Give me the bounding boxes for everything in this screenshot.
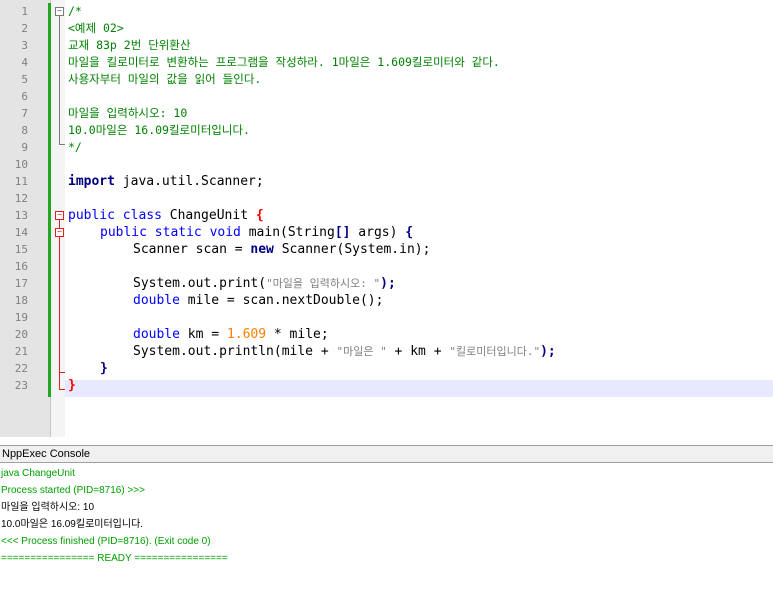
- code-line: 교재 83p 2번 단위환산: [68, 38, 191, 52]
- code-line: }: [68, 378, 76, 393]
- code-line: 마일을 킬로미터로 변환하는 프로그램을 작성하라. 1마일은 1.609킬로미…: [68, 55, 500, 69]
- line-number: 3: [21, 39, 28, 52]
- line-number: 20: [14, 328, 28, 341]
- fold-end: [59, 144, 65, 145]
- keyword: double: [133, 327, 180, 342]
- code-line: 사용자부터 마일의 값을 읽어 들인다.: [68, 72, 262, 86]
- code-text: );: [540, 344, 556, 359]
- code-line: 마일을 입력하시오: 10: [68, 106, 188, 120]
- fold-toggle-icon[interactable]: −: [55, 228, 64, 237]
- current-line-highlight: [65, 380, 773, 397]
- fold-end: [59, 372, 65, 373]
- line-number: 11: [14, 175, 28, 188]
- fold-toggle-icon[interactable]: −: [55, 211, 64, 220]
- fold-line: [59, 237, 60, 389]
- code-text: main(String: [240, 225, 335, 240]
- fold-toggle-icon[interactable]: −: [55, 7, 64, 16]
- code-text: * mile;: [266, 327, 329, 342]
- code-line: double km = 1.609 * mile;: [133, 326, 329, 343]
- code-line: import java.util.Scanner;: [68, 173, 264, 190]
- line-number: 14: [14, 226, 28, 239]
- line-number: 16: [14, 260, 28, 273]
- code-text: java.util.Scanner;: [114, 174, 264, 189]
- string-literal: "마일은 ": [336, 345, 387, 358]
- line-number: 18: [14, 294, 28, 307]
- keyword: new: [250, 242, 274, 257]
- code-text: Scanner(System.in);: [273, 242, 431, 257]
- code-line: Scanner scan = new Scanner(System.in);: [133, 241, 430, 258]
- console-line: java ChangeUnit: [1, 468, 75, 479]
- code-line: System.out.print("마일을 입력하시오: ");: [133, 275, 396, 292]
- line-number: 22: [14, 362, 28, 375]
- code-line: */: [68, 140, 82, 154]
- console-line: <<< Process finished (PID=8716). (Exit c…: [1, 536, 211, 547]
- console-line: 10.0마일은 16.09킬로미터입니다.: [1, 519, 144, 530]
- code-line: <예제 02>: [68, 21, 124, 35]
- code-text: km =: [179, 327, 227, 342]
- code-line: System.out.println(mile + "마일은 " + km + …: [133, 343, 556, 360]
- keyword: import: [68, 174, 115, 189]
- code-editor[interactable]: 1 2 3 4 5 6 7 8 9 10 11 12 13 14 15 16 1…: [0, 0, 773, 437]
- keyword: public static void: [100, 225, 241, 240]
- code-line: 10.0마일은 16.09킬로미터입니다.: [68, 123, 250, 137]
- code-text: System.out.print(: [133, 276, 267, 291]
- line-number: 10: [14, 158, 28, 171]
- line-number: 17: [14, 277, 28, 290]
- code-text: args): [350, 225, 406, 240]
- operator: []: [334, 225, 351, 240]
- code-line: double mile = scan.nextDouble();: [133, 292, 383, 309]
- line-number: 2: [21, 22, 28, 35]
- code-line: public class ChangeUnit {: [68, 207, 264, 224]
- console-line: 마일을 입력하시오: 10: [1, 502, 95, 513]
- number-literal: 1.609: [226, 327, 267, 342]
- fold-line: [59, 16, 60, 144]
- line-number: 12: [14, 192, 28, 205]
- line-number-gutter: 1 2 3 4 5 6 7 8 9 10 11 12 13 14 15 16 1…: [0, 0, 51, 437]
- line-number: 9: [21, 141, 28, 154]
- line-number: 1: [21, 5, 28, 18]
- line-number: 8: [21, 124, 28, 137]
- code-line: }: [100, 361, 108, 376]
- keyword: double: [133, 293, 180, 308]
- line-number: 23: [14, 379, 28, 392]
- fold-line: [59, 220, 60, 228]
- line-number: 15: [14, 243, 28, 256]
- line-number: 5: [21, 73, 28, 86]
- console-line: ================ READY ================: [1, 553, 228, 564]
- code-text: ChangeUnit: [161, 208, 256, 223]
- code-line: /*: [68, 4, 82, 18]
- line-number: 4: [21, 56, 28, 69]
- brace: {: [255, 208, 264, 223]
- brace: {: [405, 225, 414, 240]
- line-number: 7: [21, 107, 28, 120]
- line-number: 6: [21, 90, 28, 103]
- line-number: 21: [14, 345, 28, 358]
- keyword: public class: [68, 208, 162, 223]
- console-line: Process started (PID=8716) >>>: [1, 485, 145, 496]
- code-line: public static void main(String[] args) {: [100, 224, 413, 241]
- console-output[interactable]: java ChangeUnit Process started (PID=871…: [0, 463, 773, 597]
- code-text: + km +: [386, 344, 450, 359]
- code-text: mile = scan.nextDouble();: [179, 293, 384, 308]
- code-text: );: [380, 276, 396, 291]
- console-title: NppExec Console: [0, 445, 773, 463]
- string-literal: "킬로미터입니다.": [449, 345, 541, 358]
- code-text: System.out.println(mile +: [133, 344, 337, 359]
- line-number: 13: [14, 209, 28, 222]
- code-text: Scanner scan =: [133, 242, 251, 257]
- string-literal: "마일을 입력하시오: ": [266, 277, 381, 290]
- line-number: 19: [14, 311, 28, 324]
